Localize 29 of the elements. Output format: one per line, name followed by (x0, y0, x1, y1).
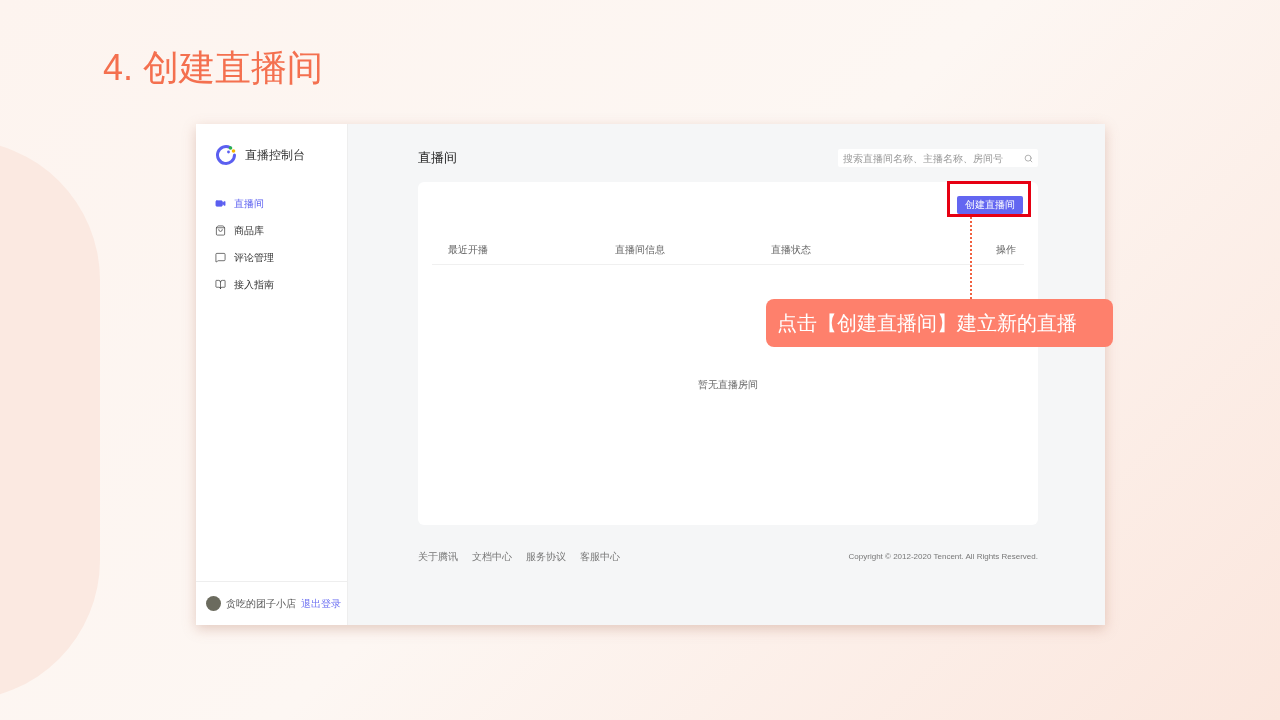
empty-state-text: 暂无直播房间 (698, 378, 758, 392)
column-header: 直播状态 (771, 244, 811, 255)
book-icon (215, 279, 226, 290)
logo-icon (215, 144, 237, 166)
nav-item[interactable]: 评论管理 (196, 244, 347, 271)
page-title: 直播间 (418, 149, 457, 168)
footer-link[interactable]: 文档中心 (472, 549, 512, 564)
column-header: 最近开播 (448, 244, 488, 255)
user-name: 贪吃的团子小店 (226, 597, 296, 611)
slide-title: 4. 创建直播间 (103, 46, 324, 90)
footer-link[interactable]: 关于腾讯 (418, 549, 458, 564)
video-camera-icon (215, 198, 226, 209)
callout: 点击【创建直播间】建立新的直播 (766, 299, 1113, 347)
brand-name: 直播控制台 (245, 147, 305, 164)
copyright-text: Copyright © 2012-2020 Tencent. All Rights Reserved. (848, 550, 1038, 563)
nav-item[interactable]: 商品库 (196, 217, 347, 244)
logout-link[interactable]: 退出登录 (301, 596, 341, 611)
column-header: 直播间信息 (615, 244, 665, 255)
nav-item[interactable]: 接入指南 (196, 271, 347, 298)
footer-link[interactable]: 服务协议 (526, 549, 566, 564)
footer-link[interactable]: 客服中心 (580, 549, 620, 564)
shopping-bag-icon (215, 225, 226, 236)
avatar (206, 596, 221, 611)
nav-item[interactable]: 直播间 (196, 190, 347, 217)
search-field[interactable]: 搜索直播间名称、主播名称、房间号 (838, 149, 1038, 167)
search-icon (1024, 153, 1033, 163)
column-header: 操作 (996, 244, 1016, 255)
create-room-button[interactable]: 创建直播间 (957, 196, 1023, 214)
speech-bubble-icon (215, 252, 226, 263)
